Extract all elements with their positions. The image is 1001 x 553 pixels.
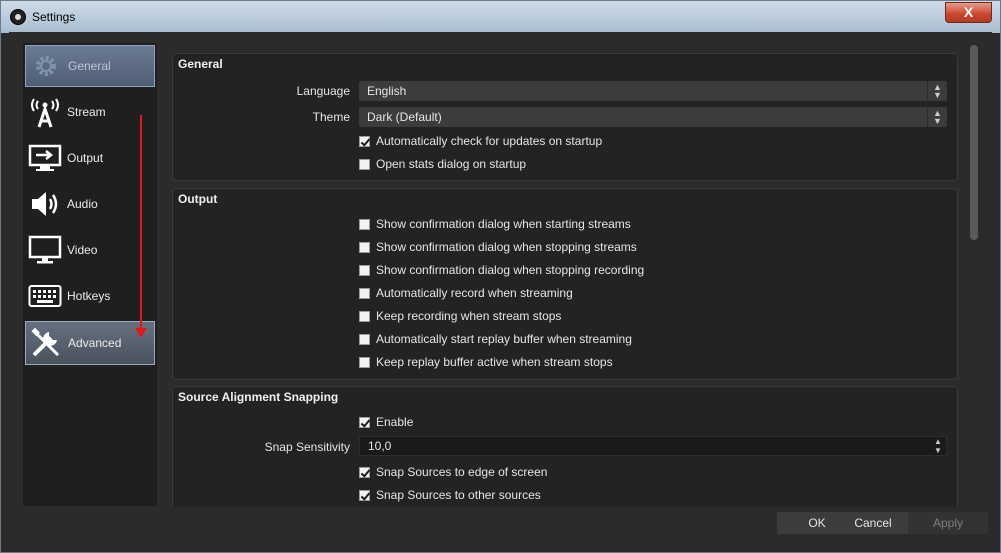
checkbox-checked (359, 416, 370, 428)
output-group-title: Output (178, 192, 218, 206)
output-group: Output Show confirmation dialog when sta… (172, 188, 958, 380)
sidebar-item-label: General (68, 59, 111, 73)
checkbox-unchecked (359, 241, 370, 253)
sidebar-item-label: Hotkeys (67, 289, 111, 303)
sidebar-item-hotkeys[interactable]: Hotkeys (25, 275, 155, 317)
speaker-icon (27, 186, 63, 222)
chevron-updown-icon: ▲ ▼ (927, 81, 947, 101)
settings-content: General Language English ▲ ▼ Theme Dark (… (172, 43, 962, 507)
checkbox-unchecked (359, 333, 370, 345)
auto-record-checkbox[interactable]: Automatically record when streaming (359, 285, 573, 301)
content-scrollbar[interactable] (967, 43, 981, 507)
general-group: General Language English ▲ ▼ Theme Dark (… (172, 53, 958, 181)
sidebar-item-label: Output (67, 151, 104, 165)
checkbox-unchecked (359, 158, 370, 170)
language-label: Language (296, 84, 350, 98)
option-label: Keep replay buffer active when stream st… (376, 355, 613, 369)
checkbox-checked (359, 135, 370, 147)
checkbox-unchecked (359, 287, 370, 299)
snap-sensitivity-value: 10,0 (368, 439, 392, 453)
checkbox-unchecked (359, 218, 370, 230)
gear-icon (28, 48, 64, 84)
sidebar-item-audio[interactable]: Audio (25, 183, 155, 225)
language-select[interactable]: English ▲ ▼ (359, 81, 947, 101)
option-label: Show confirmation dialog when stopping s… (376, 240, 637, 254)
auto-replay-buffer-checkbox[interactable]: Automatically start replay buffer when s… (359, 331, 632, 347)
settings-window: Settings X General Stream Output Audio V… (0, 0, 1001, 553)
open-stats-checkbox[interactable]: Open stats dialog on startup (359, 156, 526, 172)
theme-label: Theme (312, 110, 350, 124)
obs-logo-icon (10, 9, 26, 25)
confirm-stop-stream-checkbox[interactable]: Show confirmation dialog when stopping s… (359, 239, 637, 255)
snap-enable-checkbox[interactable]: Enable (359, 414, 413, 430)
settings-client: General Stream Output Audio Video Hotkey… (9, 32, 992, 545)
theme-select-value: Dark (Default) (367, 110, 442, 124)
checkbox-unchecked (359, 310, 370, 322)
theme-select[interactable]: Dark (Default) ▲ ▼ (359, 107, 947, 127)
apply-button[interactable]: Apply (908, 512, 988, 534)
checkbox-unchecked (359, 356, 370, 368)
sidebar-item-general[interactable]: General (25, 45, 155, 87)
snapping-group: Source Alignment Snapping Enable Snap Se… (172, 386, 958, 507)
general-group-title: General (178, 57, 223, 71)
option-label: Automatically record when streaming (376, 286, 573, 300)
option-label: Keep recording when stream stops (376, 309, 562, 323)
check-updates-checkbox[interactable]: Automatically check for updates on start… (359, 133, 602, 149)
keep-recording-checkbox[interactable]: Keep recording when stream stops (359, 308, 561, 324)
option-label: Show confirmation dialog when starting s… (376, 217, 631, 231)
window-title: Settings (32, 10, 76, 24)
scrollbar-thumb[interactable] (970, 45, 978, 240)
sidebar-item-output[interactable]: Output (25, 137, 155, 179)
checkbox-unchecked (359, 264, 370, 276)
snap-enable-label: Enable (376, 415, 414, 429)
snap-sensitivity-label: Snap Sensitivity (264, 440, 350, 454)
spin-arrows-icon[interactable]: ▲ ▼ (930, 437, 946, 455)
snap-sensitivity-spinbox[interactable]: 10,0 ▲ ▼ (359, 436, 947, 456)
snap-other-checkbox[interactable]: Snap Sources to other sources (359, 487, 541, 503)
snap-edge-label: Snap Sources to edge of screen (376, 465, 548, 479)
option-label: Automatically start replay buffer when s… (376, 332, 632, 346)
sidebar-item-label: Audio (67, 197, 98, 211)
sidebar-item-label: Video (67, 243, 98, 257)
output-icon (27, 140, 63, 176)
cancel-button[interactable]: Cancel (833, 512, 913, 534)
confirm-start-stream-checkbox[interactable]: Show confirmation dialog when starting s… (359, 216, 631, 232)
snap-edge-checkbox[interactable]: Snap Sources to edge of screen (359, 464, 547, 480)
sidebar-item-video[interactable]: Video (25, 229, 155, 271)
monitor-icon (27, 232, 63, 268)
sidebar: General Stream Output Audio Video Hotkey… (23, 43, 157, 506)
confirm-stop-recording-checkbox[interactable]: Show confirmation dialog when stopping r… (359, 262, 644, 278)
sidebar-item-label: Stream (67, 105, 106, 119)
keep-replay-buffer-checkbox[interactable]: Keep replay buffer active when stream st… (359, 354, 613, 370)
snap-other-label: Snap Sources to other sources (376, 488, 541, 502)
keyboard-icon (27, 278, 63, 314)
open-stats-label: Open stats dialog on startup (376, 157, 527, 171)
antenna-icon (27, 94, 63, 130)
chevron-updown-icon: ▲ ▼ (927, 107, 947, 127)
title-bar: Settings X (1, 1, 1000, 33)
tools-icon (28, 325, 64, 361)
check-updates-label: Automatically check for updates on start… (376, 134, 603, 148)
language-select-value: English (367, 84, 407, 98)
checkbox-checked (359, 489, 370, 501)
checkbox-checked (359, 466, 370, 478)
close-button[interactable]: X (945, 2, 992, 23)
option-label: Show confirmation dialog when stopping r… (376, 263, 645, 277)
annotation-arrow (140, 115, 142, 335)
sidebar-item-label: Advanced (68, 336, 122, 350)
annotation-arrowhead (135, 328, 147, 338)
snapping-group-title: Source Alignment Snapping (178, 390, 339, 404)
sidebar-item-stream[interactable]: Stream (25, 91, 155, 133)
